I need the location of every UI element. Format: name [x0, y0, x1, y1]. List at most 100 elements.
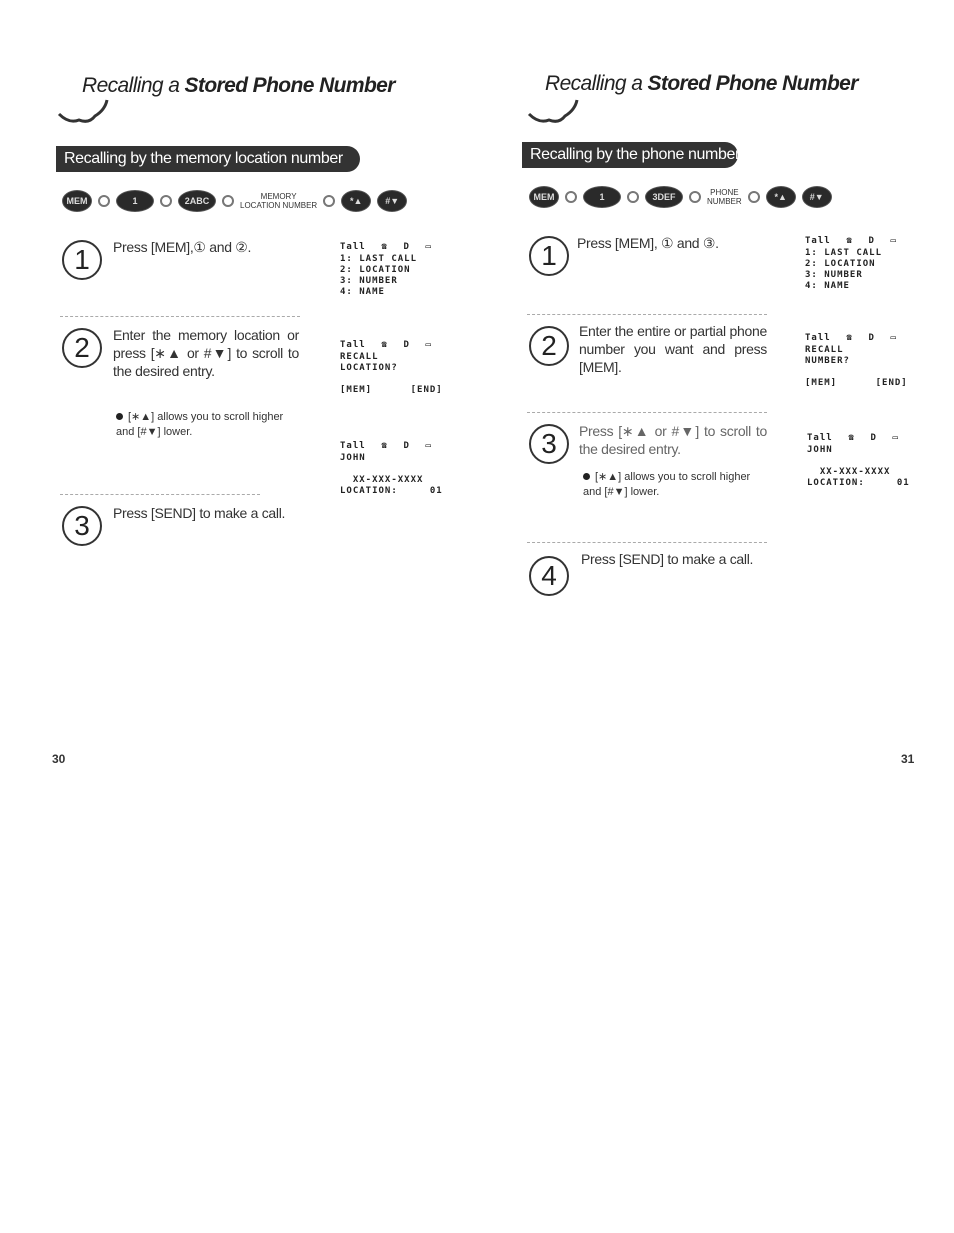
lcd-row: LOCATION?: [340, 363, 398, 373]
key-sequence: MEM 1 2ABC MEMORY LOCATION NUMBER *▲ #▼: [62, 190, 408, 212]
lcd-row: XX-XXX-XXXX: [807, 467, 891, 477]
lcd-display: Tall ☎ D ▭ JOHN XX-XXX-XXXX LOCATION: 01: [807, 433, 910, 489]
battery-icon: ▭: [890, 236, 897, 246]
step-text: Press [MEM],① and ②.: [113, 239, 252, 255]
hash-down-key-icon: #▼: [801, 186, 832, 208]
lcd-row: [805, 367, 908, 378]
d-icon: D: [403, 242, 410, 252]
swoosh-icon: [527, 99, 579, 123]
page-title: Recalling a Stored Phone Number: [82, 74, 395, 98]
phone-icon: ☎: [848, 433, 855, 443]
signal-icon: Tall: [805, 333, 831, 343]
lcd-row: JOHN: [340, 453, 366, 463]
left-page: Recalling a Stored Phone Number Recallin…: [0, 0, 477, 800]
d-icon: D: [868, 333, 875, 343]
signal-icon: Tall: [340, 242, 366, 252]
d-icon: D: [403, 340, 410, 350]
signal-icon: Tall: [340, 441, 366, 451]
key-1-icon: 1: [583, 186, 621, 208]
lcd-row: 2: LOCATION: [805, 259, 876, 269]
lcd-row: LOCATION: 01: [807, 478, 910, 488]
step-text: Enter the entire or partial phone number…: [579, 323, 767, 375]
key-3-icon: 3DEF: [645, 186, 683, 208]
memory-location-label: MEMORY LOCATION NUMBER: [240, 192, 317, 210]
step-number: 2: [62, 328, 102, 368]
lcd-row: 1: LAST CALL: [805, 248, 883, 258]
lcd-row: XX-XXX-XXXX: [340, 475, 424, 485]
lcd-row: 1: LAST CALL: [340, 254, 418, 264]
lcd-row: [340, 464, 443, 475]
lcd-row: 4: NAME: [805, 281, 850, 291]
d-icon: D: [868, 236, 875, 246]
lcd-row: LOCATION: 01: [340, 486, 443, 496]
signal-icon: Tall: [340, 340, 366, 350]
bullet-icon: [116, 413, 123, 420]
lcd-row: 3: NUMBER: [805, 270, 863, 280]
phone-icon: ☎: [846, 236, 853, 246]
sequence-dot-icon: [565, 191, 577, 203]
lcd-display: Tall ☎ D ▭ RECALL NUMBER? [MEM] [END]: [805, 333, 908, 389]
title-part2: Stored Phone Number: [647, 72, 859, 95]
bullet-note: [∗▲] allows you to scroll higher and [#▼…: [583, 470, 769, 500]
battery-icon: ▭: [425, 242, 432, 252]
divider: [60, 494, 260, 495]
key-1-icon: 1: [116, 190, 154, 212]
step-number: 3: [529, 424, 569, 464]
d-icon: D: [403, 441, 410, 451]
star-up-key-icon: *▲: [341, 190, 372, 212]
battery-icon: ▭: [892, 433, 899, 443]
page-number: 30: [52, 752, 66, 766]
sequence-dot-icon: [222, 195, 234, 207]
right-page: Recalling a Stored Phone Number Recallin…: [477, 0, 954, 800]
battery-icon: ▭: [425, 441, 432, 451]
step-text: Press [MEM], ① and ③.: [577, 235, 719, 251]
phone-icon: ☎: [381, 340, 388, 350]
step-number: 2: [529, 326, 569, 366]
star-up-key-icon: *▲: [765, 186, 796, 208]
divider: [527, 542, 767, 543]
signal-icon: Tall: [807, 433, 833, 443]
lcd-row: 2: LOCATION: [340, 265, 411, 275]
step-number: 1: [62, 240, 102, 280]
lcd-display: Tall ☎ D ▭ 1: LAST CALL 2: LOCATION 3: NUMB…: [805, 236, 897, 292]
title-part1: Recalling a: [82, 74, 185, 97]
sequence-dot-icon: [627, 191, 639, 203]
sequence-dot-icon: [160, 195, 172, 207]
sequence-dot-icon: [98, 195, 110, 207]
lcd-row: RECALL: [340, 352, 379, 362]
lcd-row: JOHN: [807, 445, 833, 455]
bullet-text: [∗▲] allows you to scroll higher and [#▼…: [583, 471, 751, 498]
lcd-display: Tall ☎ D ▭ 1: LAST CALL 2: LOCATION 3: NUMB…: [340, 242, 432, 298]
bullet-text: [∗▲] allows you to scroll higher and [#▼…: [116, 411, 284, 438]
phone-icon: ☎: [846, 333, 853, 343]
lcd-row: 4: NAME: [340, 287, 385, 297]
step-number: 4: [529, 556, 569, 596]
lcd-row: [340, 374, 443, 385]
label-line2: LOCATION NUMBER: [240, 201, 318, 210]
lcd-display: Tall ☎ D ▭ RECALL LOCATION? [MEM] [END]: [340, 340, 443, 396]
section-banner: Recalling by the phone number: [522, 142, 740, 168]
section-banner: Recalling by the memory location number: [56, 146, 360, 172]
lcd-row: [MEM] [END]: [805, 378, 908, 388]
page-number: 31: [901, 752, 915, 766]
label-line1: MEMORY: [260, 192, 297, 201]
hash-down-key-icon: #▼: [377, 190, 408, 212]
mem-key-icon: MEM: [529, 186, 559, 208]
lcd-display: Tall ☎ D ▭ JOHN XX-XXX-XXXX LOCATION: 01: [340, 441, 443, 497]
page-title: Recalling a Stored Phone Number: [545, 72, 858, 96]
step-text: Press [∗▲ or #▼] to scroll to the desire…: [579, 423, 767, 457]
sequence-dot-icon: [689, 191, 701, 203]
divider: [527, 412, 767, 413]
label-line2: NUMBER: [707, 197, 742, 206]
divider: [60, 316, 300, 317]
d-icon: D: [870, 433, 877, 443]
step-text: Press [SEND] to make a call.: [113, 505, 286, 521]
title-part1: Recalling a: [545, 72, 648, 95]
key-sequence: MEM 1 3DEF PHONE NUMBER *▲ #▼: [529, 186, 832, 208]
bullet-note: [∗▲] allows you to scroll higher and [#▼…: [116, 410, 302, 440]
step-text: Enter the memory location or press [∗▲ o…: [113, 327, 299, 379]
battery-icon: ▭: [890, 333, 897, 343]
sequence-dot-icon: [323, 195, 336, 207]
label-line1: PHONE: [710, 188, 739, 197]
lcd-row: NUMBER?: [805, 356, 850, 366]
